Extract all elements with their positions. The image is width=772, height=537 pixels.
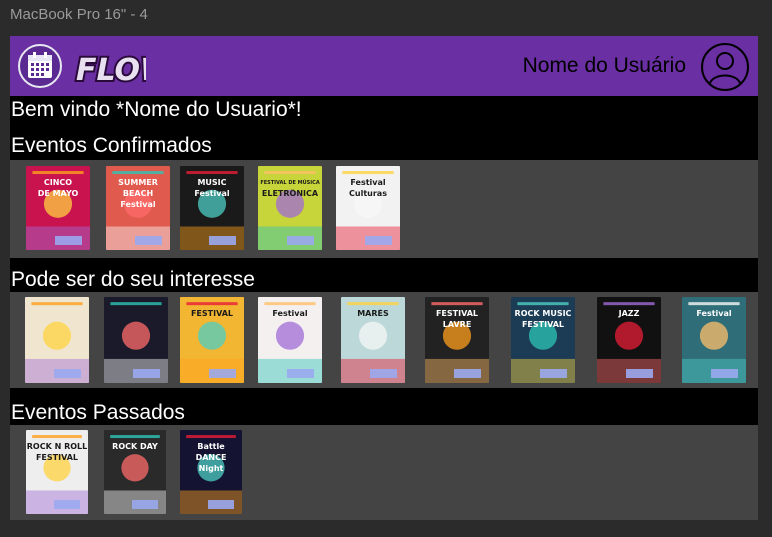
- interest-events-row: FESTIVAL Festival MARÉS FESTIVAL LAVRE ROCK M…: [10, 292, 758, 388]
- poster-price-tag: [364, 236, 392, 245]
- poster-text: Night: [198, 464, 224, 473]
- poster-text: JAZZ: [618, 309, 640, 318]
- event-poster-festival-cinema[interactable]: FESTIVAL: [180, 297, 244, 383]
- poster-text: SUMMER: [118, 178, 158, 187]
- user-circle-icon: [701, 43, 749, 91]
- poster-text: ROCK MUSIC: [514, 309, 572, 318]
- event-poster-festival-teal[interactable]: Festival: [682, 297, 746, 383]
- poster-price-tag: [625, 369, 653, 378]
- event-poster-rock-guitar-poster[interactable]: [25, 297, 89, 383]
- poster-text: MARÉS: [357, 309, 389, 318]
- poster-text: Festival: [350, 178, 386, 187]
- poster-text: DANCE: [195, 453, 227, 462]
- poster-text: CINCO: [43, 178, 73, 187]
- poster-text: FESTIVAL: [435, 309, 479, 318]
- avatar-button[interactable]: [700, 42, 750, 92]
- poster-price-tag: [453, 369, 481, 378]
- poster-text: Battle: [197, 442, 225, 451]
- flow-logo[interactable]: FLOW FLOW: [74, 40, 177, 92]
- poster-text: FESTIVAL: [521, 320, 565, 329]
- poster-price-tag: [53, 500, 80, 509]
- poster-price-tag: [208, 369, 236, 378]
- event-poster-rock-day[interactable]: ROCK DAY: [104, 430, 166, 514]
- event-poster-music-festival-guitar[interactable]: MUSIC Festival: [180, 166, 244, 250]
- event-poster-summer-beach[interactable]: SUMMER BEACH Festival: [106, 166, 170, 250]
- poster-text: FESTIVAL: [35, 453, 79, 462]
- event-poster-festival-culturas[interactable]: Festival Culturas: [336, 166, 400, 250]
- section-title-interest: Pode ser do seu interesse: [11, 268, 255, 291]
- poster-text: Culturas: [349, 189, 387, 198]
- poster-price-tag: [207, 500, 234, 509]
- event-poster-cinco-de-mayo[interactable]: CINCO DE MAYO: [26, 166, 90, 250]
- confirmed-events-row: CINCO DE MAYO SUMMER BEACH Festival MUSIC Fest…: [10, 160, 758, 258]
- poster-price-tag: [710, 369, 738, 378]
- calendar-button[interactable]: [18, 44, 62, 88]
- poster-text: FESTIVAL DE MÚSICA: [260, 180, 320, 186]
- poster-text: ROCK DAY: [112, 442, 158, 451]
- poster-text: BEACH: [122, 189, 154, 198]
- poster-text: ROCK N ROLL: [26, 442, 88, 451]
- event-poster-jazz-poster[interactable]: JAZZ: [597, 297, 661, 383]
- user-name-label[interactable]: Nome do Usuário: [523, 54, 686, 78]
- poster-text: Festival: [696, 309, 732, 318]
- section-title-confirmed: Eventos Confirmados: [11, 134, 212, 157]
- poster-text: Festival: [194, 189, 230, 198]
- poster-price-tag: [286, 369, 314, 378]
- svg-text:FLOW: FLOW: [76, 53, 146, 88]
- event-poster-mares-festival[interactable]: MARÉS: [341, 297, 405, 383]
- event-poster-festival-pink[interactable]: Festival: [258, 297, 322, 383]
- poster-price-tag: [286, 236, 314, 245]
- poster-price-tag: [134, 236, 162, 245]
- poster-price-tag: [53, 369, 81, 378]
- poster-text: MUSIC: [197, 178, 227, 187]
- poster-price-tag: [208, 236, 236, 245]
- poster-text: ELETRÔNICA: [261, 189, 319, 198]
- top-header: FLOW FLOW Nome do Usuário: [10, 36, 758, 96]
- poster-text: DE MAYO: [37, 189, 79, 198]
- poster-text: LAVRE: [442, 320, 472, 329]
- poster-text: Festival: [272, 309, 308, 318]
- poster-text: Festival: [120, 200, 156, 209]
- poster-text: FESTIVAL: [190, 309, 234, 318]
- event-poster-festival-lineup[interactable]: [104, 297, 168, 383]
- event-poster-battle-dance-night[interactable]: Battle DANCE Night: [180, 430, 242, 514]
- calendar-icon: [28, 52, 52, 78]
- past-events-row: ROCK N ROLL FESTIVAL ROCK DAY Battle DANCE Ni…: [10, 425, 758, 520]
- event-poster-festival-eletronica[interactable]: FESTIVAL DE MÚSICA ELETRÔNICA: [258, 166, 322, 250]
- poster-price-tag: [54, 236, 82, 245]
- event-poster-festival-lavre[interactable]: FESTIVAL LAVRE: [425, 297, 489, 383]
- poster-price-tag: [369, 369, 397, 378]
- poster-price-tag: [132, 369, 160, 378]
- event-poster-rock-n-roll-festival[interactable]: ROCK N ROLL FESTIVAL: [26, 430, 88, 514]
- poster-price-tag: [539, 369, 567, 378]
- event-poster-rock-music-festival[interactable]: ROCK MUSIC FESTIVAL: [511, 297, 575, 383]
- section-title-past: Eventos Passados: [11, 401, 185, 424]
- poster-price-tag: [131, 500, 158, 509]
- app-frame: FLOW FLOW Nome do Usuário Bem vindo *Nom…: [10, 36, 758, 520]
- window-title: MacBook Pro 16" - 4: [10, 6, 148, 23]
- welcome-message: Bem vindo *Nome do Usuario*!: [11, 98, 302, 121]
